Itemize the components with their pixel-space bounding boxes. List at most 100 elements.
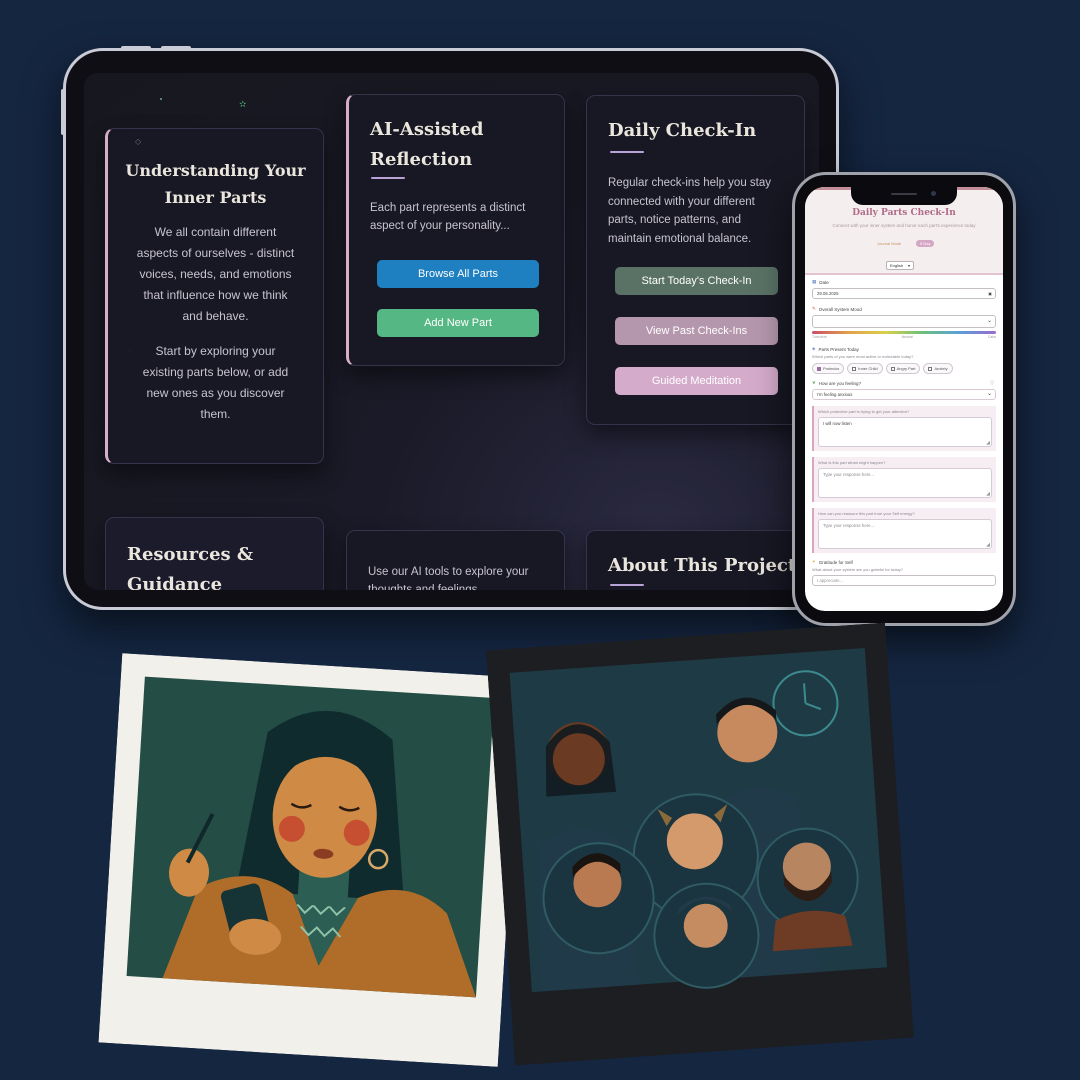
part-chip-angry[interactable]: Angry Part: [885, 363, 921, 374]
phone-screen: Daily Parts Check-In Connect with your i…: [805, 187, 1003, 611]
mood-label-text: Overall System Mood: [818, 306, 862, 312]
checkin-title: Daily Parts Check-In: [852, 208, 956, 218]
chevron-down-icon: ▾: [907, 263, 910, 268]
card-text-line: Start by exploring your: [155, 344, 276, 358]
title-underline: [610, 151, 644, 153]
card-ai-tools: Use our AI tools to explore your thought…: [346, 530, 565, 590]
mood-label: ✎ Overall System Mood: [812, 306, 996, 312]
info-icon[interactable]: ⓘ: [990, 380, 994, 386]
card-title-line: Inner Parts: [164, 188, 267, 207]
answer-text: I will now listen: [823, 421, 852, 426]
calendar-icon: ▦: [812, 279, 817, 284]
mode-tag: Journal Mode: [877, 241, 902, 246]
checkbox[interactable]: [928, 366, 933, 371]
tablet-device: ✫ ◇ Understanding Your Inner Parts We al…: [61, 46, 839, 610]
chip-label: Anxiety: [934, 366, 948, 371]
add-new-part-button[interactable]: Add New Part: [377, 309, 539, 337]
chip-label: Inner Child: [858, 366, 878, 371]
feeling-select[interactable]: I'm feeling anxious ⌄: [812, 389, 996, 400]
card-text-line: aspect of your personality...: [370, 220, 510, 232]
polaroid-frame-group: [485, 622, 915, 1066]
gratitude-help: What about your system are you grateful …: [812, 567, 903, 572]
card-text-line: thoughts and feelings...: [368, 584, 487, 590]
card-text-line: connected with your different: [608, 195, 755, 208]
mood-low-label: Turbulent: [812, 335, 827, 339]
diamond-icon: ◇: [135, 137, 142, 146]
gratitude-input[interactable]: I appreciate...: [812, 575, 996, 586]
resize-handle-icon[interactable]: ◢: [986, 491, 990, 497]
date-field[interactable]: 29.06.2025 ▣: [812, 288, 996, 299]
card-text-line: voices, needs, and emotions: [139, 267, 292, 281]
card-text-line: parts, notice patterns, and: [608, 214, 741, 226]
question-block: What is this part afraid might happen? T…: [812, 457, 996, 502]
card-text-line: new ones as you discover: [146, 386, 285, 400]
feeling-label-text: How are you feeling?: [818, 380, 862, 386]
resize-handle-icon[interactable]: ◢: [986, 440, 990, 446]
decor-dot: [160, 98, 162, 100]
polaroid-illustration-group: [485, 622, 915, 1066]
date-value: 29.06.2025: [817, 291, 839, 296]
tablet-screen: ✫ ◇ Understanding Your Inner Parts We al…: [84, 73, 819, 590]
sparkle-icon: ✫: [239, 99, 247, 109]
card-text-line: aspects of ourselves - distinct: [136, 246, 295, 260]
card-title-line: Resources &: [127, 544, 254, 565]
question-label: How can you reassure this part from your…: [818, 511, 915, 516]
mood-high-label: Calm: [987, 335, 996, 339]
answer-textarea[interactable]: I will now listen ◢: [818, 417, 992, 447]
answer-textarea[interactable]: Type your response here... ◢: [818, 519, 992, 549]
polaroid-frame-illustration: [98, 653, 522, 1067]
question-label: Which protective part is trying to get y…: [818, 409, 910, 414]
answer-placeholder: Type your response here...: [823, 472, 875, 477]
chip-label: Angry Part: [896, 366, 916, 371]
tablet-button: [161, 46, 191, 50]
card-text-line: We all contain different: [154, 225, 277, 239]
phone-device: Daily Parts Check-In Connect with your i…: [792, 172, 1016, 626]
checkbox[interactable]: [817, 366, 821, 371]
sparkle-icon: ✶: [812, 559, 816, 564]
card-text-line: Each part represents a distinct: [370, 202, 526, 214]
parts-label-text: Parts Present Today: [818, 346, 859, 352]
parts-label: ◈ Parts Present Today: [812, 346, 996, 352]
card-text-line: Use our AI tools to explore your: [368, 566, 529, 578]
polaroid-illustration-woman: [98, 653, 522, 1067]
answer-placeholder: Type your response here...: [823, 523, 875, 528]
card-text-line: maintain emotional balance.: [608, 232, 752, 245]
question-block: Which protective part is trying to get y…: [812, 406, 996, 451]
resize-handle-icon[interactable]: ◢: [986, 542, 990, 548]
view-past-checkins-button[interactable]: View Past Check-Ins: [615, 317, 778, 345]
chip-label: Protector: [823, 366, 840, 371]
mood-gradient-bar[interactable]: [812, 331, 996, 334]
browse-all-parts-button[interactable]: Browse All Parts: [377, 260, 539, 288]
part-chip-protector[interactable]: Protector: [812, 363, 845, 374]
card-text-line: Regular check-ins help you stay: [608, 177, 771, 189]
card-title-line: Guidance: [127, 574, 223, 590]
part-chip-anxiety[interactable]: Anxiety: [923, 363, 953, 374]
card-understanding: ◇ Understanding Your Inner Parts We all …: [105, 128, 324, 464]
card-about: About This Project: [586, 530, 805, 590]
part-chip-inner-child[interactable]: Inner Child: [847, 363, 883, 374]
pencil-icon: ✎: [812, 306, 816, 311]
card-title: Daily Check-In: [608, 120, 757, 141]
card-title: About This Project: [608, 555, 797, 576]
mood-mid-label: Neutral: [901, 335, 913, 339]
checkbox[interactable]: [852, 366, 857, 371]
guided-meditation-button[interactable]: Guided Meditation: [615, 367, 778, 395]
card-ai-reflection: AI-Assisted Reflection Each part represe…: [346, 94, 565, 366]
mood-select[interactable]: ⌄: [812, 315, 996, 328]
tablet-button: [121, 46, 151, 50]
phone-notch: [851, 187, 957, 205]
feeling-label: ❦ How are you feeling? ⓘ: [812, 380, 996, 386]
feeling-value: I'm feeling anxious: [817, 392, 853, 397]
title-underline: [610, 584, 644, 586]
date-label: ▦ Date: [812, 279, 996, 285]
card-title-line: Understanding Your: [125, 161, 306, 180]
gratitude-label-text: Gratitude for Self: [818, 559, 853, 565]
calendar-picker-icon[interactable]: ▣: [988, 289, 992, 298]
language-select[interactable]: English ▾: [886, 261, 914, 270]
answer-textarea[interactable]: Type your response here... ◢: [818, 468, 992, 498]
speaker-grille: [891, 193, 917, 195]
checkbox[interactable]: [890, 366, 895, 371]
tablet-side-button: [61, 89, 65, 135]
start-checkin-button[interactable]: Start Today's Check-In: [615, 267, 778, 295]
title-underline: [371, 177, 405, 179]
